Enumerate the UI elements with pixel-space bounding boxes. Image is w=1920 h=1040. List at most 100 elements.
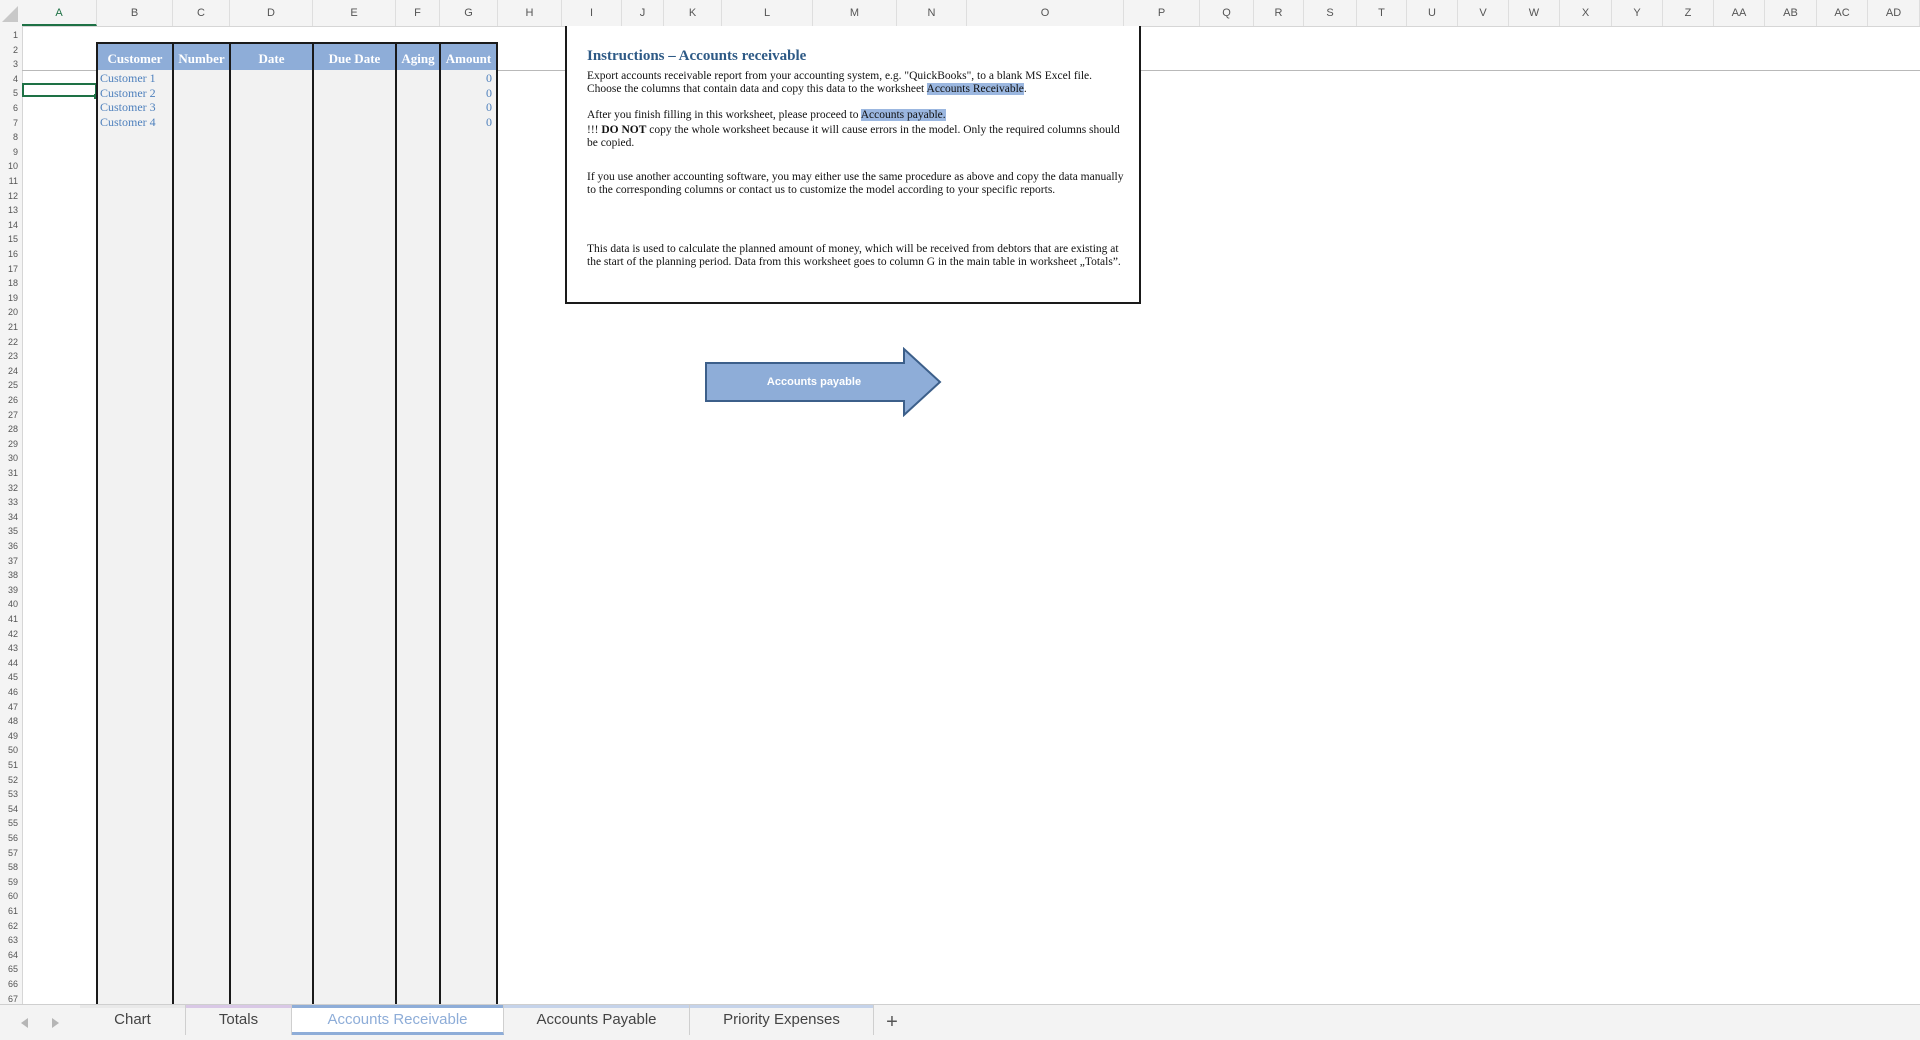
column-header-d[interactable]: D [230,0,313,26]
row-header-11[interactable]: 11 [0,174,18,189]
row-header-50[interactable]: 50 [0,743,18,758]
row-header-34[interactable]: 34 [0,510,18,525]
column-header-a[interactable]: A [22,0,97,26]
row-header-15[interactable]: 15 [0,232,18,247]
row-header-23[interactable]: 23 [0,349,18,364]
header-amount[interactable]: Amount [439,42,498,70]
row-header-37[interactable]: 37 [0,554,18,569]
header-number[interactable]: Number [172,42,229,70]
row-header-20[interactable]: 20 [0,305,18,320]
row-header-55[interactable]: 55 [0,816,18,831]
row-header-9[interactable]: 9 [0,145,18,160]
column-header-r[interactable]: R [1254,0,1304,26]
sheet-tab-chart[interactable]: Chart [80,1005,186,1035]
header-customer[interactable]: Customer [96,42,172,70]
cell-customer-2[interactable]: Customer 2 [100,86,156,101]
column-header-o[interactable]: O [967,0,1124,26]
row-header-12[interactable]: 12 [0,189,18,204]
cell-amount-3[interactable]: 0 [462,100,492,115]
column-header-b[interactable]: B [97,0,173,26]
row-header-28[interactable]: 28 [0,422,18,437]
row-header-43[interactable]: 43 [0,641,18,656]
column-header-t[interactable]: T [1357,0,1407,26]
row-header-16[interactable]: 16 [0,247,18,262]
sheet-tab-accounts-receivable[interactable]: Accounts Receivable [292,1005,504,1035]
column-header-w[interactable]: W [1509,0,1560,26]
row-header-44[interactable]: 44 [0,656,18,671]
cell-amount-2[interactable]: 0 [462,86,492,101]
column-header-h[interactable]: H [498,0,562,26]
column-header-ad[interactable]: AD [1868,0,1920,26]
row-header-26[interactable]: 26 [0,393,18,408]
row-header-65[interactable]: 65 [0,962,18,977]
column-header-y[interactable]: Y [1612,0,1663,26]
row-header-64[interactable]: 64 [0,948,18,963]
row-header-31[interactable]: 31 [0,466,18,481]
column-header-c[interactable]: C [173,0,230,26]
row-header-10[interactable]: 10 [0,159,18,174]
row-header-40[interactable]: 40 [0,597,18,612]
row-header-51[interactable]: 51 [0,758,18,773]
row-header-8[interactable]: 8 [0,130,18,145]
row-header-18[interactable]: 18 [0,276,18,291]
cell-customer-4[interactable]: Customer 4 [100,115,156,130]
sheet-tab-totals[interactable]: Totals [186,1005,292,1035]
column-header-aa[interactable]: AA [1714,0,1765,26]
row-header-66[interactable]: 66 [0,977,18,992]
row-header-54[interactable]: 54 [0,802,18,817]
row-header-14[interactable]: 14 [0,218,18,233]
row-header-35[interactable]: 35 [0,524,18,539]
sheet-grid[interactable]: Customer Number Date Due Date Aging Amou… [22,26,1920,1004]
row-header-61[interactable]: 61 [0,904,18,919]
row-header-47[interactable]: 47 [0,700,18,715]
column-header-e[interactable]: E [313,0,396,26]
column-header-g[interactable]: G [440,0,498,26]
header-aging[interactable]: Aging [395,42,439,70]
column-header-u[interactable]: U [1407,0,1458,26]
column-header-v[interactable]: V [1458,0,1509,26]
column-header-ab[interactable]: AB [1765,0,1817,26]
row-header-32[interactable]: 32 [0,481,18,496]
row-header-59[interactable]: 59 [0,875,18,890]
row-header-58[interactable]: 58 [0,860,18,875]
row-header-1[interactable]: 1 [0,28,18,43]
header-date[interactable]: Date [229,42,312,70]
cell-customer-1[interactable]: Customer 1 [100,71,156,86]
row-header-2[interactable]: 2 [0,43,18,58]
column-header-i[interactable]: I [562,0,622,26]
row-header-25[interactable]: 25 [0,378,18,393]
row-header-19[interactable]: 19 [0,291,18,306]
row-header-52[interactable]: 52 [0,773,18,788]
scroll-tabs-right-icon[interactable] [48,1016,62,1030]
row-header-48[interactable]: 48 [0,714,18,729]
instructions-textbox[interactable]: Instructions – Accounts receivable Expor… [565,26,1141,304]
row-header-13[interactable]: 13 [0,203,18,218]
row-header-36[interactable]: 36 [0,539,18,554]
cell-amount-1[interactable]: 0 [462,71,492,86]
row-header-56[interactable]: 56 [0,831,18,846]
accounts-payable-arrow-button[interactable]: Accounts payable [704,346,944,418]
row-header-67[interactable]: 67 [0,992,18,1004]
row-header-6[interactable]: 6 [0,101,18,116]
column-header-m[interactable]: M [813,0,897,26]
row-header-24[interactable]: 24 [0,364,18,379]
row-header-38[interactable]: 38 [0,568,18,583]
row-header-17[interactable]: 17 [0,262,18,277]
column-header-f[interactable]: F [396,0,440,26]
row-header-45[interactable]: 45 [0,670,18,685]
column-header-n[interactable]: N [897,0,967,26]
row-header-53[interactable]: 53 [0,787,18,802]
sheet-tab-priority-expenses[interactable]: Priority Expenses [690,1005,874,1035]
row-header-30[interactable]: 30 [0,451,18,466]
column-header-k[interactable]: K [664,0,722,26]
row-header-60[interactable]: 60 [0,889,18,904]
row-header-41[interactable]: 41 [0,612,18,627]
column-header-z[interactable]: Z [1663,0,1714,26]
row-header-63[interactable]: 63 [0,933,18,948]
column-header-s[interactable]: S [1304,0,1357,26]
row-header-62[interactable]: 62 [0,919,18,934]
column-header-l[interactable]: L [722,0,813,26]
row-header-4[interactable]: 4 [0,72,18,87]
column-header-j[interactable]: J [622,0,664,26]
row-header-49[interactable]: 49 [0,729,18,744]
